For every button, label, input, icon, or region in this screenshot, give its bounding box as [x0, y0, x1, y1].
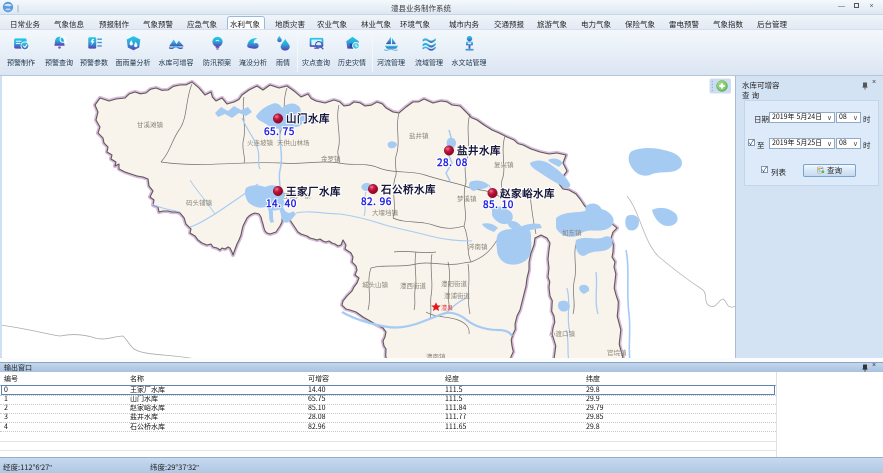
svg-text:澧阳街道: 澧阳街道 [441, 278, 468, 288]
svg-text:梦溪镇: 梦溪镇 [457, 193, 477, 203]
svg-text:14. 40: 14. 40 [266, 195, 297, 210]
svg-text:82. 96: 82. 96 [361, 193, 392, 208]
svg-text:小渡口镇: 小渡口镇 [549, 328, 576, 338]
svg-text:城头山镇: 城头山镇 [362, 279, 389, 289]
svg-text:天供山林场: 天供山林场 [277, 137, 310, 147]
svg-text:如东镇: 如东镇 [562, 227, 582, 237]
svg-text:65. 75: 65. 75 [264, 123, 295, 138]
svg-text:甘溪滩镇: 甘溪滩镇 [137, 119, 164, 129]
svg-text:澧南镇: 澧南镇 [426, 351, 446, 358]
svg-text:85. 10: 85. 10 [483, 196, 514, 211]
svg-text:火连坡镇: 火连坡镇 [247, 137, 274, 147]
svg-text:官垸镇: 官垸镇 [607, 347, 627, 357]
svg-text:码头铺镇: 码头铺镇 [186, 197, 213, 207]
svg-text:复兴镇: 复兴镇 [494, 159, 514, 169]
svg-text:大堰垱镇: 大堰垱镇 [372, 207, 399, 217]
svg-text:澧西街道: 澧西街道 [400, 280, 427, 290]
svg-text:澧浦街道: 澧浦街道 [444, 290, 471, 300]
svg-text:28. 08: 28. 08 [437, 154, 468, 169]
svg-text:金罗镇: 金罗镇 [321, 153, 341, 163]
svg-text:盐井镇: 盐井镇 [409, 130, 429, 140]
svg-text:澧县: 澧县 [441, 303, 453, 312]
svg-text:涔南镇: 涔南镇 [468, 241, 488, 251]
